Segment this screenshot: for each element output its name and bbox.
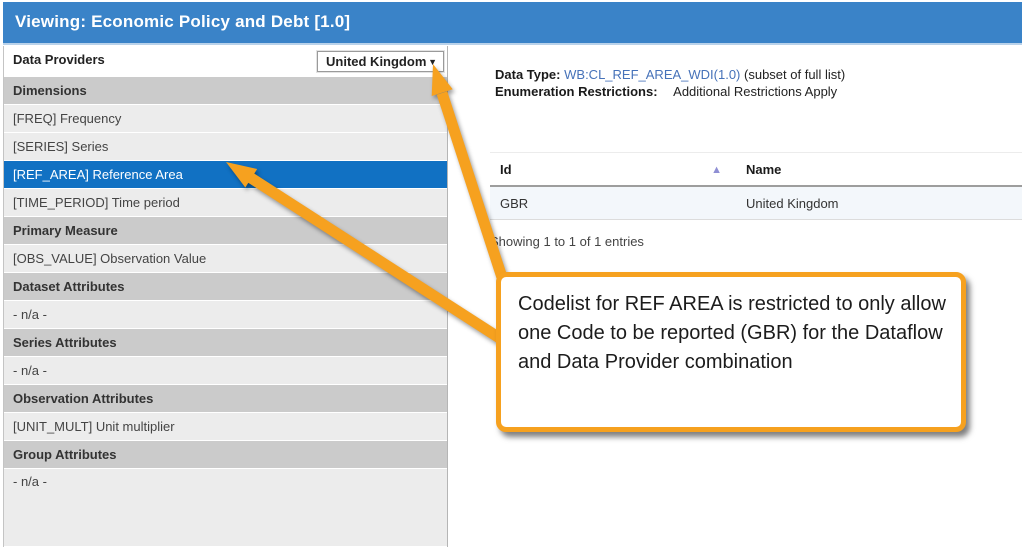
data-type-label: Data Type: — [495, 67, 561, 82]
sidebar-item-series-na: - n/a - — [4, 357, 447, 384]
sidebar-section-observation-attributes: Observation Attributes — [4, 385, 447, 412]
sidebar-section-dimensions: Dimensions — [4, 77, 447, 104]
sidebar-item-group-na: - n/a - — [4, 469, 447, 546]
codelist-metadata: Data Type: WB:CL_REF_AREA_WDI(1.0) (subs… — [495, 66, 845, 100]
title-bar: Viewing: Economic Policy and Debt [1.0] — [3, 2, 1022, 45]
data-type-line: Data Type: WB:CL_REF_AREA_WDI(1.0) (subs… — [495, 66, 845, 83]
sidebar-item-ref-area-selected[interactable]: [REF_AREA] Reference Area — [4, 161, 447, 188]
sort-ascending-icon: ▲ — [711, 153, 722, 187]
annotation-callout-text: Codelist for REF AREA is restricted to o… — [501, 277, 961, 377]
application-window: Viewing: Economic Policy and Debt [1.0] … — [0, 0, 1028, 547]
sidebar-item-obs-value[interactable]: [OBS_VALUE] Observation Value — [4, 245, 447, 272]
enumeration-restrictions-label: Enumeration Restrictions: — [495, 84, 658, 99]
table-header-row: Id ▲ Name — [490, 153, 1022, 187]
enumeration-line: Enumeration Restrictions: Additional Res… — [495, 83, 845, 100]
sidebar-section-series-attributes: Series Attributes — [4, 329, 447, 356]
data-type-link[interactable]: WB:CL_REF_AREA_WDI(1.0) — [564, 67, 740, 82]
table-row: GBR United Kingdom — [490, 187, 1022, 220]
column-header-name[interactable]: Name — [740, 153, 1022, 185]
table-summary: Showing 1 to 1 of 1 entries — [490, 234, 644, 249]
enumeration-restrictions-value: Additional Restrictions Apply — [673, 84, 837, 99]
annotation-callout: Codelist for REF AREA is restricted to o… — [496, 272, 966, 432]
sidebar-section-dataset-attributes: Dataset Attributes — [4, 273, 447, 300]
sidebar-section-primary-measure: Primary Measure — [4, 217, 447, 244]
sidebar-item-dataset-na: - n/a - — [4, 301, 447, 328]
sidebar-item-freq[interactable]: [FREQ] Frequency — [4, 105, 447, 132]
data-provider-dropdown[interactable]: United Kingdom ▼ — [317, 51, 444, 72]
cell-id: GBR — [490, 187, 740, 219]
sidebar-item-series[interactable]: [SERIES] Series — [4, 133, 447, 160]
data-providers-label: Data Providers — [4, 52, 105, 67]
dimensions-panel: Data Providers United Kingdom ▼ Dimensio… — [3, 46, 448, 547]
data-providers-row: Data Providers United Kingdom ▼ — [4, 46, 447, 76]
sidebar-item-unit-mult[interactable]: [UNIT_MULT] Unit multiplier — [4, 413, 447, 440]
chevron-down-icon: ▼ — [428, 57, 437, 67]
cell-name: United Kingdom — [740, 187, 1022, 219]
sidebar-section-group-attributes: Group Attributes — [4, 441, 447, 468]
column-header-id[interactable]: Id ▲ — [490, 153, 740, 185]
data-type-suffix: (subset of full list) — [744, 67, 845, 82]
page-title: Viewing: Economic Policy and Debt [1.0] — [3, 2, 1022, 42]
codelist-table: Id ▲ Name GBR United Kingdom — [490, 152, 1022, 220]
sidebar-item-time-period[interactable]: [TIME_PERIOD] Time period — [4, 189, 447, 216]
data-provider-dropdown-value: United Kingdom — [326, 54, 426, 69]
